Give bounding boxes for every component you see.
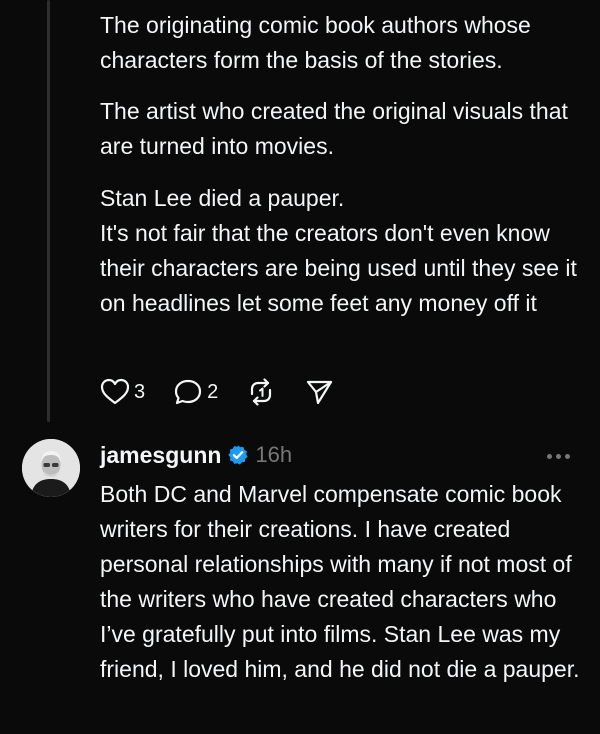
- reply-text: Both DC and Marvel compensate comic book…: [100, 481, 580, 682]
- dot: [546, 453, 552, 459]
- verified-badge-icon: [227, 444, 249, 466]
- heart-icon: [100, 378, 130, 405]
- repost-icon: [251, 378, 272, 406]
- post-paragraph: Stan Lee died a pauper. It's not fair th…: [100, 185, 577, 316]
- parent-post-body: The originating comic book authors whose…: [100, 8, 590, 321]
- post-paragraph: The originating comic book authors whose…: [100, 12, 531, 73]
- post-paragraph: The artist who created the original visu…: [100, 98, 568, 159]
- comment-count: 2: [207, 380, 219, 403]
- repost-button[interactable]: [246, 378, 276, 406]
- send-icon: [307, 380, 333, 405]
- like-button[interactable]: 3: [100, 378, 145, 406]
- dot: [555, 453, 561, 459]
- username[interactable]: jamesgunn: [100, 442, 221, 469]
- like-count: 3: [134, 380, 146, 403]
- comment-button[interactable]: 2: [173, 378, 218, 406]
- reply-body: Both DC and Marvel compensate comic book…: [100, 477, 590, 687]
- dot: [564, 453, 570, 459]
- post-time: 16h: [255, 442, 293, 467]
- comment-icon: [175, 379, 202, 405]
- post-action-bar: 3 2: [100, 376, 362, 408]
- thread-line: [47, 0, 50, 422]
- share-button[interactable]: [304, 378, 334, 406]
- avatar[interactable]: [22, 439, 80, 497]
- profile-photo: [22, 439, 80, 497]
- reply-header: jamesgunn 16h: [100, 438, 292, 472]
- more-options-icon[interactable]: [540, 446, 576, 466]
